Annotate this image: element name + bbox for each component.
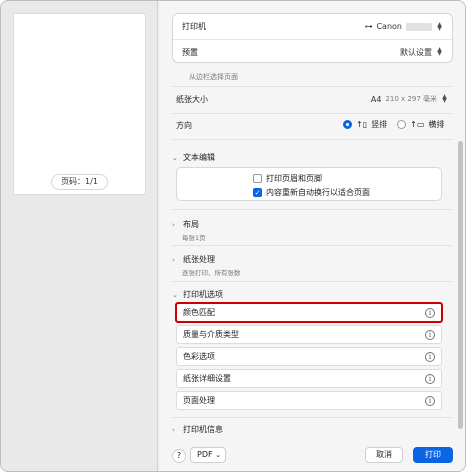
preset-value: 默认设置 [400, 47, 432, 57]
preset-row[interactable]: 预置 默认设置 ▲ ▼ [173, 39, 452, 64]
settings-pane: 打印机 ⊶ Canon ▲▼ 预置 默认设置 ▲▼ 从边栏选择页面 纸张大小 [159, 1, 465, 471]
page-preview [13, 13, 146, 195]
printer-options-title: 打印机选项 [183, 290, 223, 299]
option-label: 纸张详细设置 [183, 374, 231, 383]
info-icon[interactable]: i [425, 395, 435, 406]
option-label: 质量与介质类型 [183, 330, 239, 339]
printer-row[interactable]: 打印机 ⊶ Canon ▲ ▼ [173, 14, 452, 39]
printer-info-header[interactable]: › 打印机信息 [172, 424, 223, 435]
options-scroll-area[interactable]: 从边栏选择页面 纸张大小 A4 210 x 297 毫米 ▲ ▼ 方向 ↑▯ 竖排… [159, 67, 465, 441]
landscape-radio[interactable] [397, 120, 407, 129]
paper-handling-title: 纸张处理 [183, 255, 215, 264]
printer-icon: ⊶ [364, 22, 373, 31]
printer-name-redacted [406, 22, 432, 31]
preset-popup[interactable]: 默认设置 ▲ ▼ [400, 47, 443, 58]
option-label: 页面处理 [183, 396, 215, 405]
rewrap-option[interactable]: ✓ 内容重新自动换行以适合页面 [253, 187, 370, 198]
text-edit-title: 文本编辑 [183, 153, 215, 162]
paper-handling-subtitle: 逐张打印、所有张数 [182, 269, 241, 277]
printer-popup[interactable]: ⊶ Canon ▲ ▼ [364, 20, 443, 32]
paper-size-value: A4 [370, 94, 382, 104]
divider [172, 139, 453, 140]
chevron-updown-icon: ▲ ▼ [437, 46, 442, 57]
page-hint: 从边栏选择页面 [189, 73, 238, 81]
chevron-right-icon: › [172, 220, 175, 229]
option-label: 色彩选项 [183, 352, 215, 361]
info-icon[interactable]: i [425, 351, 435, 362]
scrollbar[interactable] [458, 141, 463, 429]
chevron-down-icon: ⌄ [215, 451, 221, 459]
pdf-menu-button[interactable]: PDF ⌄ [190, 447, 226, 463]
bottom-bar: ? PDF ⌄ 取消 打印 [159, 441, 465, 471]
chevron-right-icon: › [172, 255, 175, 264]
print-headers-checkbox[interactable] [253, 174, 262, 183]
cancel-button[interactable]: 取消 [365, 447, 403, 463]
option-quality-media[interactable]: 质量与介质类型 i [176, 325, 442, 344]
preview-pane: 页码：1/1 [1, 1, 158, 471]
print-headers-label: 打印页眉和页脚 [266, 174, 322, 183]
chevron-updown-icon: ▲ ▼ [442, 93, 447, 104]
printer-info-title: 打印机信息 [183, 425, 223, 434]
divider [172, 281, 453, 282]
paper-handling-header[interactable]: › 纸张处理 [172, 254, 215, 265]
page-number-indicator: 页码：1/1 [51, 174, 108, 190]
printer-label: 打印机 [182, 22, 206, 31]
rewrap-label: 内容重新自动换行以适合页面 [266, 188, 370, 197]
layout-subtitle: 每张1页 [182, 234, 206, 242]
divider [172, 417, 453, 418]
printer-preset-box: 打印机 ⊶ Canon ▲ ▼ 预置 默认设置 ▲ ▼ [172, 13, 453, 63]
help-button[interactable]: ? [172, 449, 186, 463]
info-icon[interactable]: i [425, 329, 435, 340]
option-label: 颜色匹配 [183, 308, 215, 317]
print-button[interactable]: 打印 [413, 447, 453, 463]
print-dialog: 页码：1/1 打印机 ⊶ Canon ▲ ▼ 预置 默认设置 ▲ ▼ 从边栏选择… [0, 0, 466, 472]
preset-label: 预置 [182, 47, 198, 57]
rewrap-checkbox[interactable]: ✓ [253, 188, 262, 197]
text-edit-box: 打印页眉和页脚 ✓ 内容重新自动换行以适合页面 [176, 167, 442, 201]
printer-options-header[interactable]: ⌄ 打印机选项 [172, 289, 223, 300]
text-edit-header[interactable]: ⌄ 文本编辑 [172, 152, 215, 163]
landscape-icon: ↑▭ [410, 120, 425, 129]
option-color-options[interactable]: 色彩选项 i [176, 347, 442, 366]
portrait-label: 竖排 [371, 120, 388, 129]
chevron-down-icon: ⌄ [172, 153, 178, 162]
chevron-down-icon: ⌄ [172, 290, 178, 299]
layout-title: 布局 [183, 220, 199, 229]
orientation-label: 方向 [176, 121, 192, 130]
paper-size-label: 纸张大小 [176, 95, 208, 104]
chevron-right-icon: › [172, 425, 175, 434]
divider [172, 245, 453, 246]
info-icon[interactable]: i [425, 307, 435, 318]
print-headers-option[interactable]: 打印页眉和页脚 [253, 173, 322, 184]
option-color-matching[interactable]: 颜色匹配 i [175, 302, 443, 323]
divider [172, 86, 453, 87]
divider [172, 113, 453, 114]
orientation-group: ↑▯ 竖排 ↑▭ 横排 [343, 119, 444, 130]
info-icon[interactable]: i [425, 373, 435, 384]
chevron-updown-icon: ▲ ▼ [437, 20, 442, 32]
paper-size-detail: 210 x 297 毫米 [385, 95, 437, 103]
pdf-label: PDF [197, 450, 213, 459]
portrait-radio[interactable] [343, 120, 352, 129]
paper-size-popup[interactable]: A4 210 x 297 毫米 ▲ ▼ [371, 94, 448, 104]
option-paper-detail[interactable]: 纸张详细设置 i [176, 369, 442, 388]
option-page-processing[interactable]: 页面处理 i [176, 391, 442, 410]
printer-value: Canon [376, 22, 402, 31]
portrait-icon: ↑▯ [356, 120, 368, 129]
layout-header[interactable]: › 布局 [172, 219, 199, 230]
landscape-label: 横排 [428, 120, 445, 129]
divider [172, 209, 453, 210]
